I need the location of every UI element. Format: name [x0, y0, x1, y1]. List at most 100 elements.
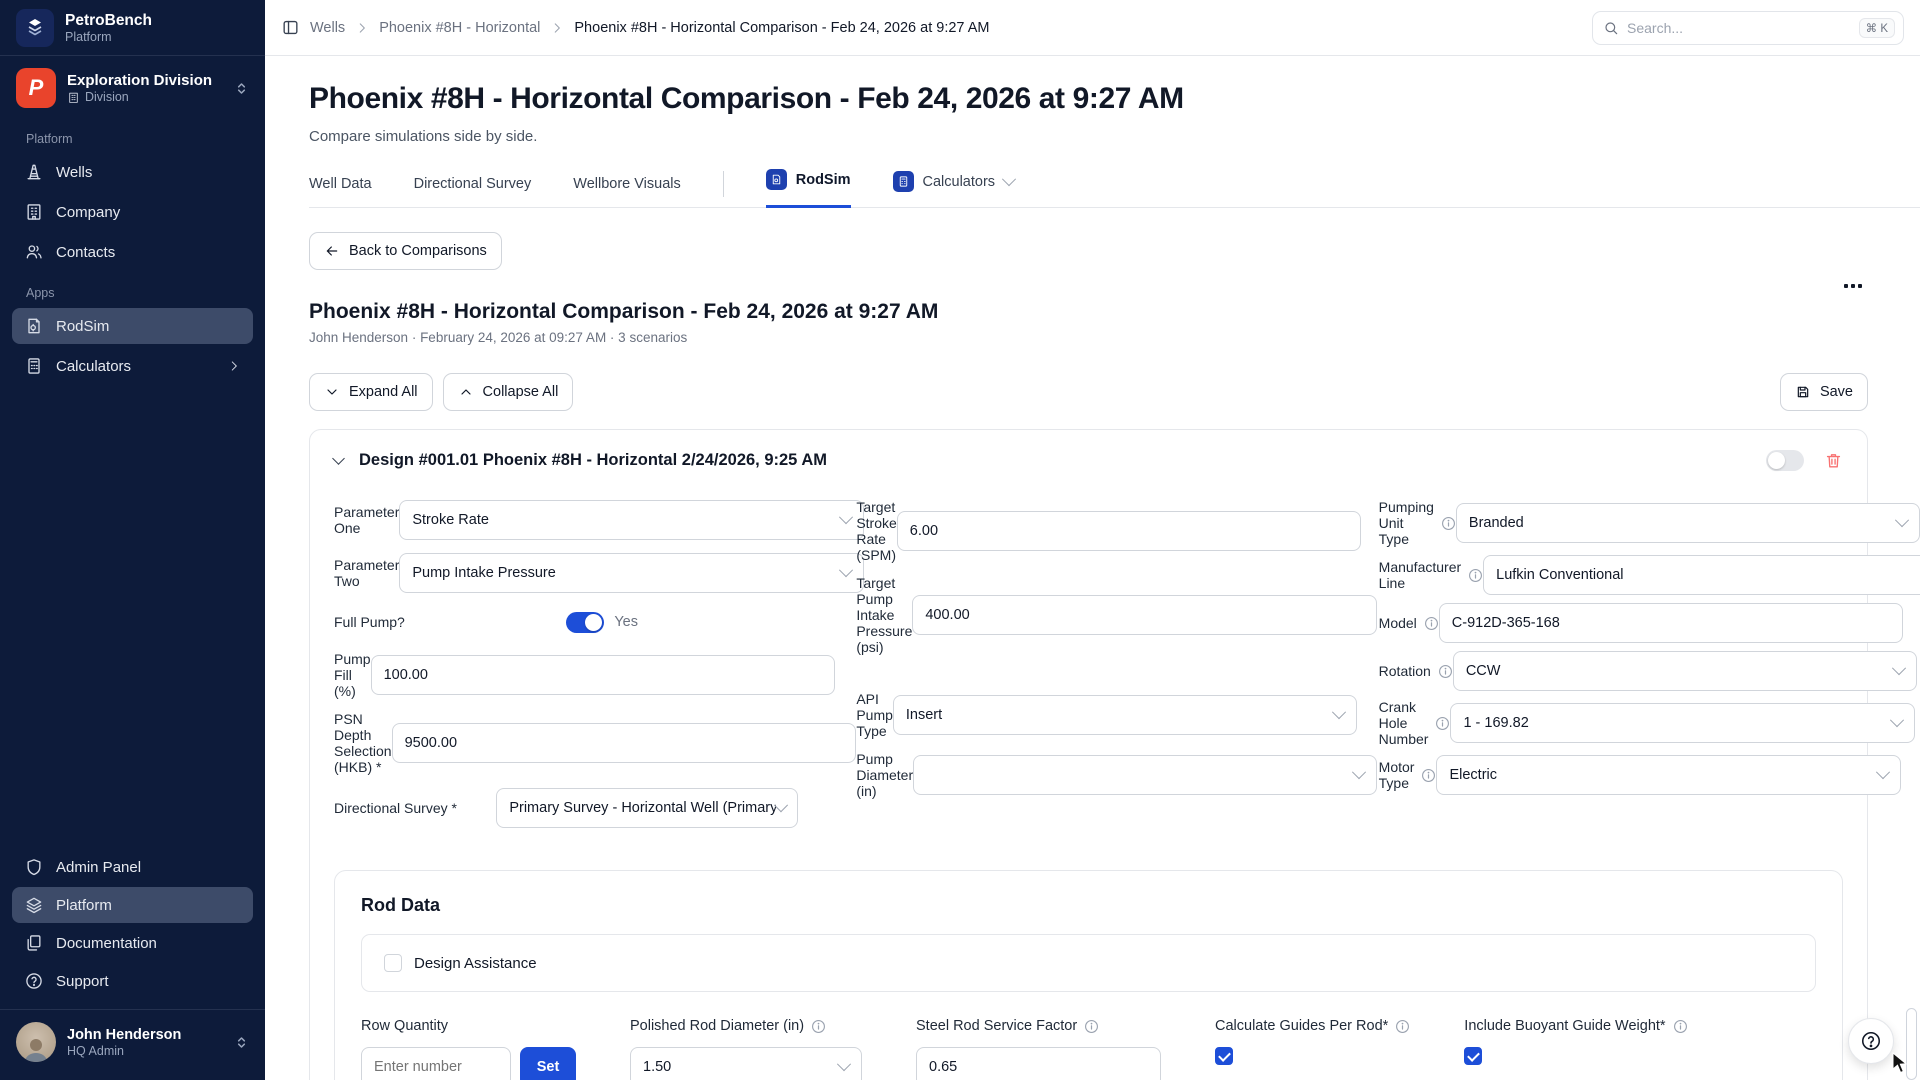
- breadcrumb-well[interactable]: Phoenix #8H - Horizontal: [379, 20, 540, 36]
- directional-survey-select[interactable]: Primary Survey - Horizontal Well (Primar…: [496, 788, 798, 828]
- info-icon: [1421, 768, 1436, 783]
- org-switcher[interactable]: P Exploration Division Division: [0, 56, 265, 118]
- design-title: Design #001.01 Phoenix #8H - Horizontal …: [359, 451, 827, 470]
- sidebar-item-rodsim[interactable]: RodSim: [12, 308, 253, 344]
- user-role: HQ Admin: [67, 1044, 181, 1058]
- sidebar-item-label: Wells: [56, 164, 92, 181]
- sidebar-item-support[interactable]: Support: [12, 963, 253, 999]
- collapse-all-button[interactable]: Collapse All: [443, 373, 574, 411]
- target-stroke-rate-input[interactable]: [897, 511, 1361, 551]
- pumping-unit-type-select[interactable]: Branded: [1456, 503, 1920, 543]
- field-label: Row Quantity: [361, 1018, 576, 1034]
- design-toggle[interactable]: [1766, 450, 1804, 471]
- comparison-meta: John Henderson · February 24, 2026 at 09…: [309, 330, 938, 345]
- calculate-guides-checkbox[interactable]: [1215, 1047, 1233, 1065]
- user-menu[interactable]: John Henderson HQ Admin: [0, 1009, 265, 1074]
- info-icon: [1435, 716, 1450, 731]
- delete-design-icon[interactable]: [1824, 451, 1843, 470]
- model-input[interactable]: [1439, 603, 1903, 643]
- psn-depth-input[interactable]: [392, 723, 856, 763]
- target-pump-intake-input[interactable]: [912, 595, 1376, 635]
- collapse-design-icon[interactable]: [332, 452, 345, 465]
- design-assistance-checkbox[interactable]: [384, 954, 402, 972]
- info-icon: [811, 1019, 826, 1034]
- breadcrumb-wells[interactable]: Wells: [310, 20, 345, 36]
- calculator-icon: [24, 356, 44, 376]
- rod-data-title: Rod Data: [361, 895, 1816, 916]
- calculators-app-icon: [893, 171, 914, 192]
- buoyant-guide-weight-checkbox[interactable]: [1464, 1047, 1482, 1065]
- motor-type-select[interactable]: Electric: [1436, 755, 1900, 795]
- sidebar-item-label: Admin Panel: [56, 859, 141, 876]
- save-button[interactable]: Save: [1780, 373, 1868, 411]
- sidebar-item-contacts[interactable]: Contacts: [12, 234, 253, 270]
- buoyant-guide-weight-field: Include Buoyant Guide Weight*: [1464, 1018, 1687, 1080]
- tab-divider: [723, 171, 724, 197]
- tab-wellbore-visuals[interactable]: Wellbore Visuals: [573, 176, 680, 207]
- sidebar-item-label: Contacts: [56, 244, 115, 261]
- sidebar-toggle-icon[interactable]: [281, 18, 300, 37]
- org-type: Division: [67, 90, 212, 104]
- rotation-select[interactable]: CCW: [1453, 651, 1917, 691]
- rodsim-app-icon: [766, 169, 787, 190]
- design-assistance-box: Design Assistance: [361, 934, 1816, 992]
- section-label-apps: Apps: [0, 272, 265, 306]
- info-icon: [1424, 616, 1439, 631]
- help-button[interactable]: [1848, 1018, 1894, 1064]
- manufacturer-line-select[interactable]: Lufkin Conventional: [1483, 555, 1920, 595]
- steel-rod-service-factor-field: Steel Rod Service Factor: [916, 1018, 1161, 1080]
- back-to-comparisons-button[interactable]: Back to Comparisons: [309, 232, 502, 270]
- field-label: Pumping Unit Type: [1379, 499, 1456, 547]
- calculate-guides-field: Calculate Guides Per Rod*: [1215, 1018, 1410, 1080]
- sidebar-spacer: [0, 386, 265, 847]
- field-label: Target Stroke Rate (SPM): [856, 499, 896, 563]
- sidebar-item-calculators[interactable]: Calculators: [12, 348, 253, 384]
- polished-rod-diameter-select[interactable]: 1.50: [630, 1047, 862, 1080]
- sidebar-item-platform[interactable]: Platform: [12, 887, 253, 923]
- info-icon: [1395, 1019, 1410, 1034]
- building-icon: [24, 202, 44, 222]
- row-quantity-input[interactable]: [361, 1047, 511, 1080]
- chevron-down-icon: [324, 384, 340, 400]
- steel-rod-service-factor-input[interactable]: [916, 1047, 1161, 1080]
- expand-all-button[interactable]: Expand All: [309, 373, 433, 411]
- sidebar-item-label: Company: [56, 204, 120, 221]
- tab-rodsim[interactable]: RodSim: [766, 169, 851, 208]
- arrow-left-icon: [324, 243, 340, 259]
- crank-hole-number-select[interactable]: 1 - 169.82: [1450, 703, 1914, 743]
- search-input[interactable]: [1627, 20, 1851, 36]
- rod-data-section: Rod Data Design Assistance Row Quantity …: [334, 870, 1843, 1080]
- design-assistance-label: Design Assistance: [414, 955, 537, 972]
- save-icon: [1795, 384, 1811, 400]
- chevron-down-icon: [839, 510, 853, 524]
- search-box[interactable]: ⌘ K: [1592, 11, 1904, 45]
- sidebar-item-wells[interactable]: Wells: [12, 154, 253, 190]
- set-button[interactable]: Set: [520, 1047, 576, 1080]
- sidebar-item-admin-panel[interactable]: Admin Panel: [12, 849, 253, 885]
- sidebar-item-company[interactable]: Company: [12, 194, 253, 230]
- sidebar-item-documentation[interactable]: Documentation: [12, 925, 253, 961]
- pages-icon: [24, 933, 44, 953]
- tab-calculators[interactable]: Calculators: [893, 171, 1015, 207]
- tab-bar: Well Data Directional Survey Wellbore Vi…: [309, 169, 1920, 208]
- pump-diameter-select[interactable]: [913, 755, 1377, 795]
- chevron-down-icon: [837, 1057, 851, 1071]
- pump-fill-input[interactable]: [371, 655, 835, 695]
- full-pump-value: Yes: [614, 614, 638, 630]
- more-options-button[interactable]: [1838, 278, 1868, 294]
- search-shortcut-badge: ⌘ K: [1859, 18, 1895, 38]
- avatar: [16, 1022, 56, 1062]
- parameter-two-select[interactable]: Pump Intake Pressure: [399, 553, 863, 593]
- field-label: Model: [1379, 615, 1439, 631]
- full-pump-toggle[interactable]: [566, 612, 604, 633]
- chevron-down-icon: [839, 563, 853, 577]
- parameter-one-select[interactable]: Stroke Rate: [399, 500, 863, 540]
- api-pump-type-select[interactable]: Insert: [893, 695, 1357, 735]
- org-logo-icon: P: [16, 68, 56, 108]
- brand-header[interactable]: PetroBench Platform: [0, 0, 265, 56]
- chevron-right-icon: [550, 21, 564, 35]
- tab-directional-survey[interactable]: Directional Survey: [414, 176, 532, 207]
- tab-well-data[interactable]: Well Data: [309, 176, 372, 207]
- chevron-up-icon: [458, 384, 474, 400]
- field-label: API Pump Type: [856, 691, 893, 739]
